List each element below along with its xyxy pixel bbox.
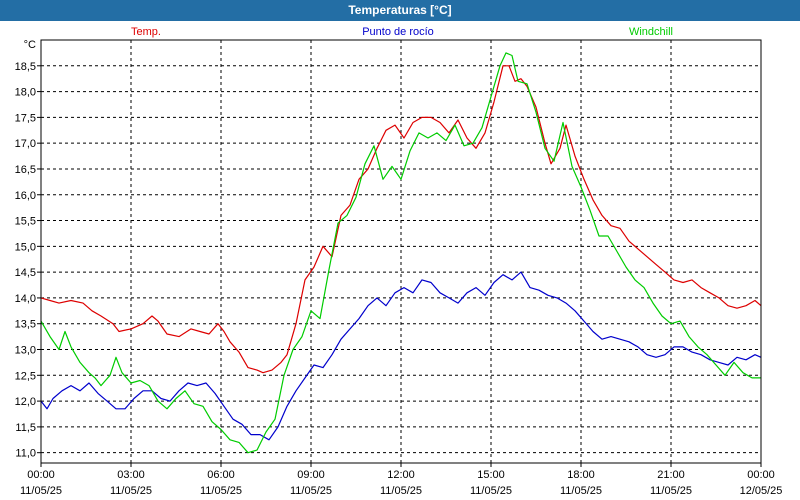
x-tick-date: 11/05/25 — [470, 485, 512, 497]
y-tick-label: 16,0 — [15, 190, 36, 202]
legend-item-1: Punto de rocío — [362, 26, 434, 38]
y-tick-label: 14,0 — [15, 293, 36, 305]
y-tick-label: 15,5 — [15, 216, 36, 228]
x-tick-time: 15:00 — [477, 469, 505, 481]
legend-item-0: Temp. — [131, 26, 161, 38]
chart-title-bar: Temperaturas [°C] — [0, 0, 800, 21]
y-tick-label: 11,0 — [15, 448, 36, 460]
y-tick-label: 18,0 — [15, 87, 36, 99]
x-tick-time: 09:00 — [297, 469, 325, 481]
legend: Temp. Punto de rocío Windchill — [131, 26, 673, 38]
y-unit-label: °C — [24, 39, 36, 51]
x-tick-date: 11/05/25 — [110, 485, 152, 497]
y-tick-label: 17,5 — [15, 112, 36, 124]
x-tick-time: 00:00 — [747, 469, 775, 481]
y-tick-label: 12,5 — [15, 370, 36, 382]
x-tick-date: 11/05/25 — [20, 485, 62, 497]
y-tick-label: 14,5 — [15, 267, 36, 279]
grid — [41, 40, 761, 463]
y-tick-label: 15,0 — [15, 241, 36, 253]
chart-title: Temperaturas [°C] — [348, 3, 452, 17]
x-tick-date: 11/05/25 — [380, 485, 422, 497]
y-tick-label: 13,0 — [15, 345, 36, 357]
y-tick-label: 13,5 — [15, 319, 36, 331]
x-tick-time: 18:00 — [567, 469, 595, 481]
y-tick-label: 18,5 — [15, 61, 36, 73]
x-tick-date: 11/05/25 — [200, 485, 242, 497]
y-tick-label: 11,5 — [15, 422, 36, 434]
y-tick-label: 12,0 — [15, 396, 36, 408]
x-tick-date: 11/05/25 — [290, 485, 332, 497]
x-tick-date: 11/05/25 — [560, 485, 602, 497]
x-tick-time: 12:00 — [387, 469, 415, 481]
x-tick-date: 12/05/25 — [740, 485, 783, 497]
x-tick-time: 06:00 — [207, 469, 235, 481]
x-tick-time: 21:00 — [657, 469, 685, 481]
y-tick-label: 16,5 — [15, 164, 36, 176]
x-axis-ticks: 00:00 11/05/25 03:00 11/05/25 06:00 11/05/25 0… — [20, 463, 782, 497]
y-tick-label: 17,0 — [15, 138, 36, 150]
temperature-chart: 11,0 11,5 12,0 12,5 13,0 13,5 14,0 14,5 15,0 15,5… — [15, 26, 783, 497]
x-tick-date: 11/05/25 — [650, 485, 692, 497]
x-tick-time: 03:00 — [117, 469, 145, 481]
y-axis-ticks: 11,0 11,5 12,0 12,5 13,0 13,5 14,0 14,5 15,0 15,5… — [15, 39, 41, 460]
x-tick-time: 00:00 — [27, 469, 55, 481]
series-line-0 — [40, 65, 762, 374]
legend-item-2: Windchill — [629, 26, 673, 38]
